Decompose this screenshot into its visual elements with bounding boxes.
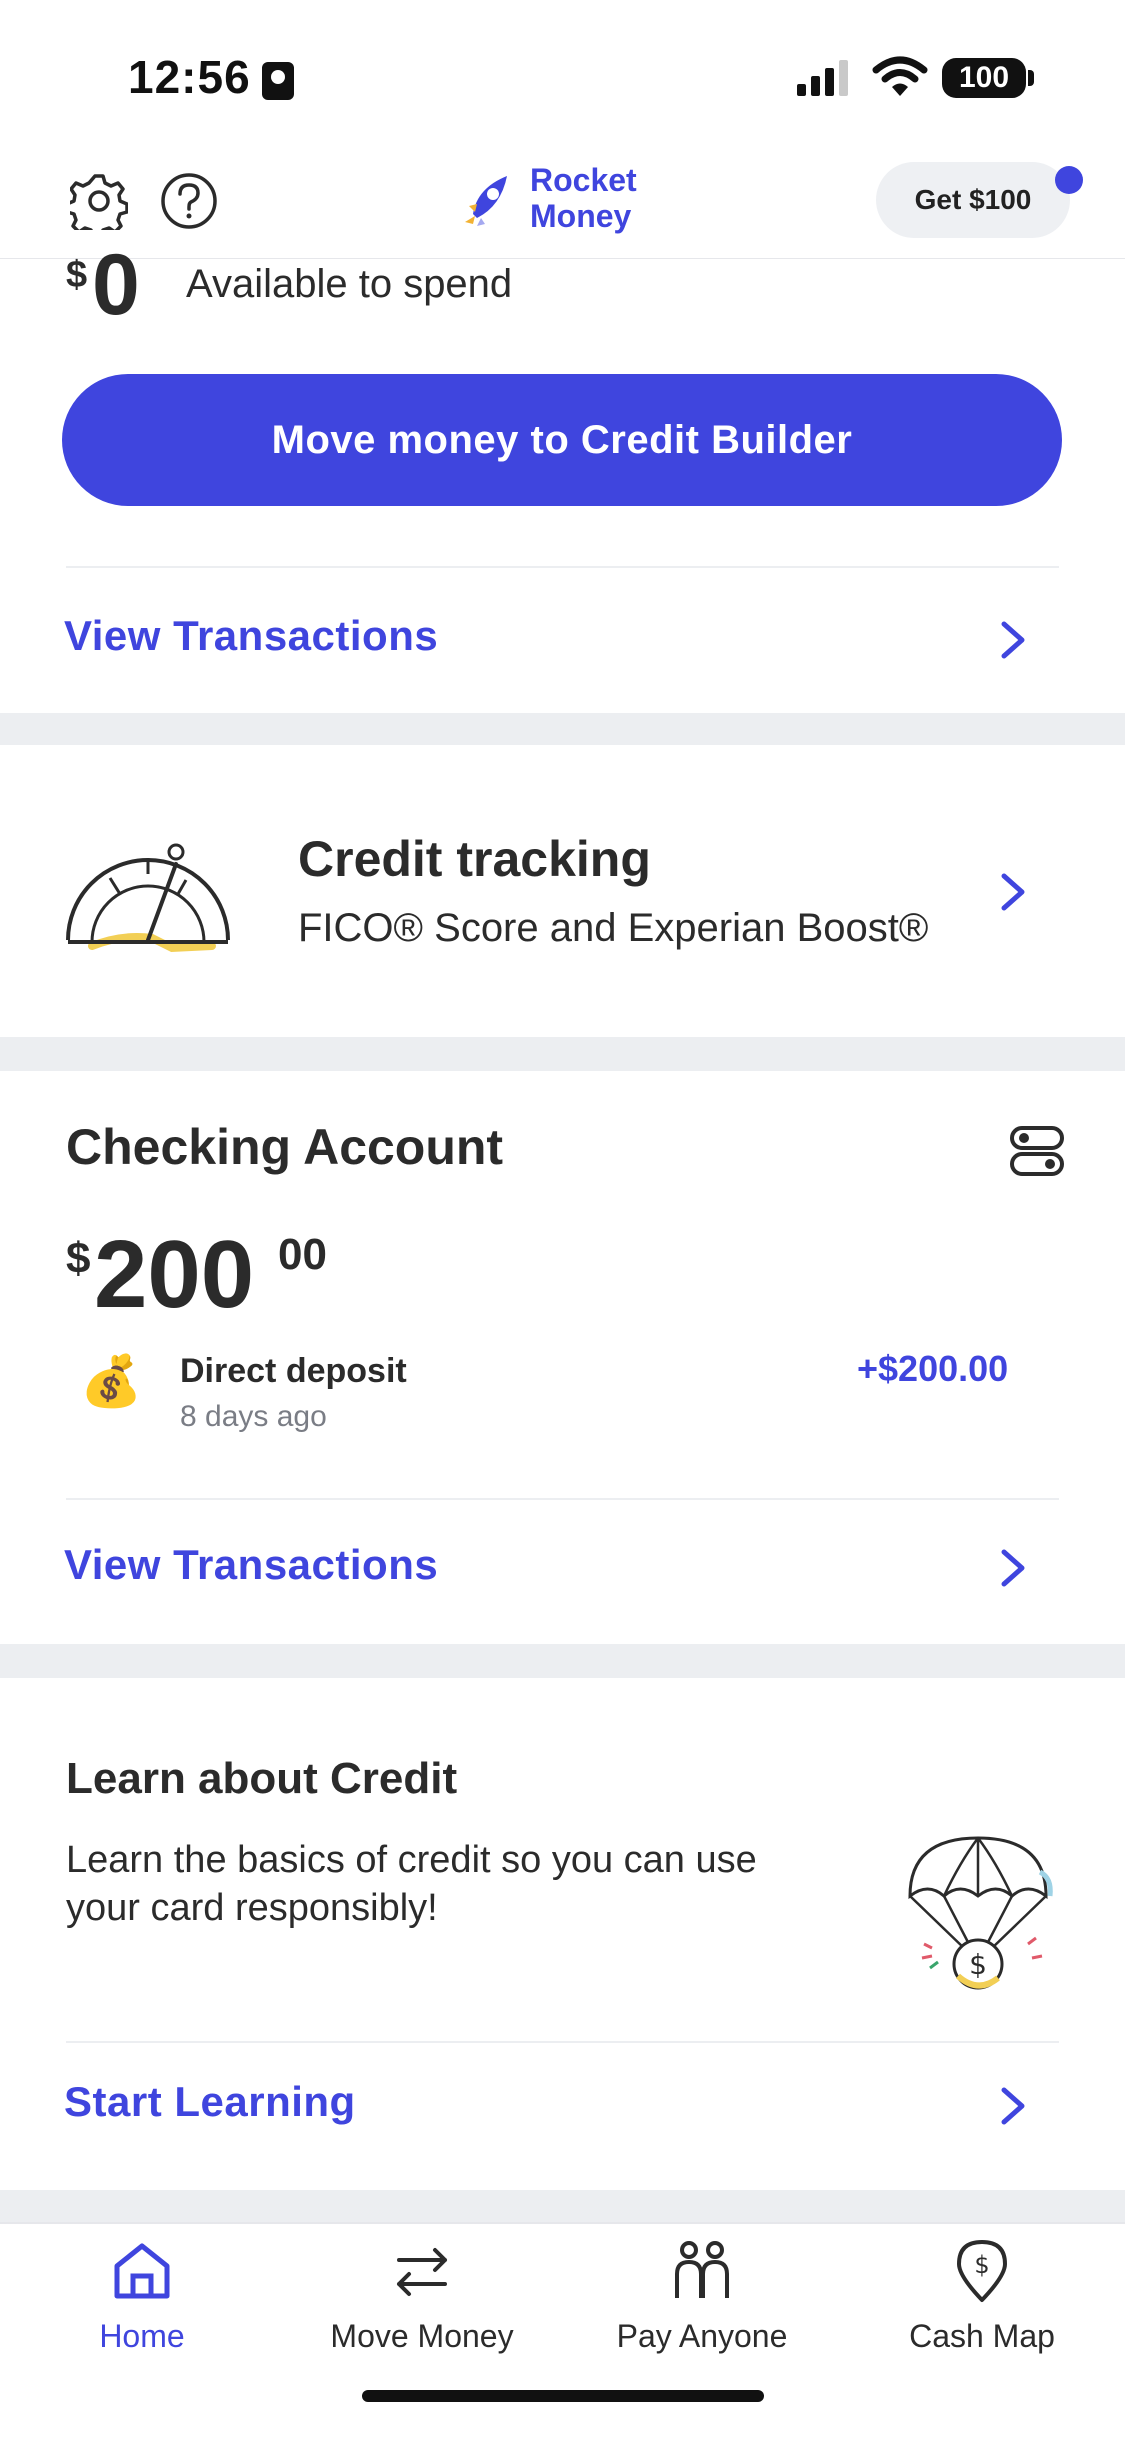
focus-badge-icon xyxy=(262,62,294,100)
balance-currency: $ xyxy=(66,1234,91,1283)
logo-line-2: Money xyxy=(530,198,632,234)
learn-credit-title: Learn about Credit xyxy=(66,1754,458,1803)
toggle-settings-icon[interactable] xyxy=(1008,1122,1066,1180)
transfer-arrows-icon xyxy=(397,2248,447,2296)
map-pin-dollar-icon: $ xyxy=(957,2240,1007,2302)
view-transactions-link[interactable]: View Transactions xyxy=(64,612,438,660)
balance-cents: 00 xyxy=(278,1230,327,1279)
home-indicator xyxy=(362,2390,764,2402)
credit-tracking-subtitle: FICO® Score and Experian Boost® xyxy=(298,906,929,950)
parachute-coin-icon: $ xyxy=(908,1836,1053,1990)
credit-tracking-title: Credit tracking xyxy=(298,831,651,887)
available-amount: 0 xyxy=(92,237,140,333)
app-logo-text: Rocket Money xyxy=(530,162,637,234)
credit-gauge-icon xyxy=(66,843,230,953)
gear-icon[interactable] xyxy=(70,172,128,230)
divider xyxy=(66,2041,1059,2043)
chevron-right-icon[interactable] xyxy=(998,870,1028,914)
battery-indicator: 100 xyxy=(942,58,1026,98)
svg-text:$: $ xyxy=(969,1948,987,1981)
section-gap xyxy=(0,2190,1125,2222)
svg-text:$: $ xyxy=(974,2251,989,2279)
balance-amount: 200 xyxy=(94,1221,255,1328)
divider xyxy=(66,1498,1059,1500)
chevron-right-icon[interactable] xyxy=(998,2084,1028,2128)
tab-move-money[interactable]: Move Money xyxy=(302,2232,542,2378)
home-icon xyxy=(114,2243,170,2299)
tab-label: Cash Map xyxy=(909,2318,1055,2354)
transaction-name[interactable]: Direct deposit xyxy=(180,1352,407,1391)
divider xyxy=(66,566,1059,568)
cellular-signal-icon xyxy=(797,60,848,96)
battery-tip xyxy=(1028,70,1034,86)
logo-line-1: Rocket xyxy=(530,162,637,198)
status-time: 12:56 xyxy=(128,51,251,103)
money-bag-icon: 💰 xyxy=(80,1353,143,1409)
checking-account-title: Checking Account xyxy=(66,1119,504,1175)
transaction-amount: +$200.00 xyxy=(857,1348,1009,1389)
notification-dot xyxy=(1055,166,1083,194)
transaction-time: 8 days ago xyxy=(180,1400,327,1433)
chevron-right-icon[interactable] xyxy=(998,618,1028,662)
tab-home[interactable]: Home xyxy=(22,2232,262,2378)
learn-credit-body: Learn the basics of credit so you can us… xyxy=(66,1839,757,1929)
start-learning-link[interactable]: Start Learning xyxy=(64,2078,356,2126)
view-transactions-link[interactable]: View Transactions xyxy=(64,1541,438,1589)
section-gap xyxy=(0,713,1125,745)
section-gap xyxy=(0,1644,1125,1678)
tab-pay-anyone[interactable]: Pay Anyone xyxy=(582,2232,822,2378)
available-currency: $ xyxy=(66,254,88,296)
move-money-to-credit-builder-button[interactable]: Move money to Credit Builder xyxy=(62,374,1062,506)
tab-label: Move Money xyxy=(330,2318,514,2354)
tab-label: Home xyxy=(99,2318,185,2354)
people-icon xyxy=(675,2241,729,2298)
available-label: Available to spend xyxy=(186,262,513,306)
chevron-right-icon[interactable] xyxy=(998,1546,1028,1590)
help-icon[interactable] xyxy=(160,172,218,230)
tab-label: Pay Anyone xyxy=(616,2318,788,2354)
get-100-button[interactable]: Get $100 xyxy=(876,162,1070,238)
wifi-icon xyxy=(872,56,928,96)
tab-cash-map[interactable]: $ Cash Map xyxy=(862,2232,1102,2378)
rocket-logo-icon xyxy=(465,176,507,226)
section-gap xyxy=(0,1037,1125,1071)
